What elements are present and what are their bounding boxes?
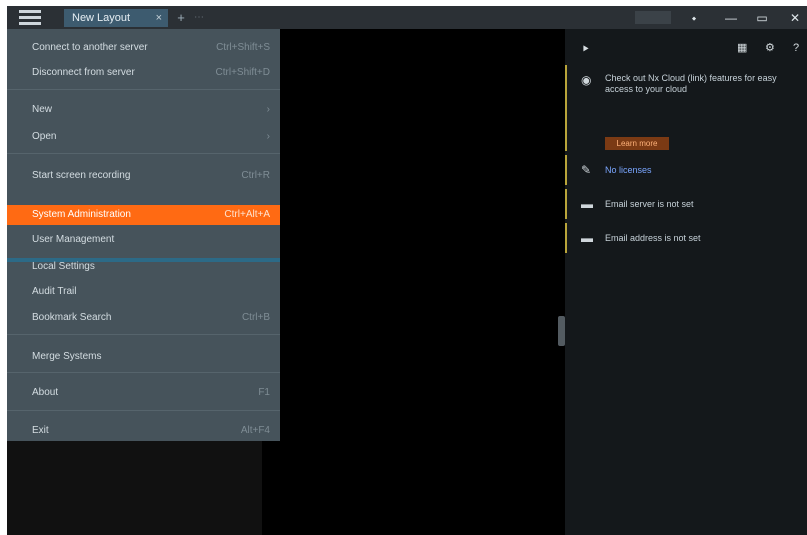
app-window: New Layout × + ⋯ ⬩ — ▭ ✕ Connect to anot…	[7, 6, 807, 535]
menu-item-shortcut: Alt+F4	[240, 425, 270, 436]
hamburger-line	[19, 16, 41, 19]
notification-text: Check out Nx Cloud (link) features for e…	[605, 73, 777, 94]
menu-item-label: Audit Trail	[32, 286, 77, 297]
menu-item-label: Merge Systems	[32, 351, 102, 362]
close-icon[interactable]: ✕	[786, 9, 804, 27]
menu-item-screen-recording[interactable]: Start screen recording Ctrl+R	[7, 166, 280, 186]
tag-icon: ✎	[581, 163, 592, 177]
notification-text: Email server is not set	[605, 199, 694, 209]
menu-item-audit-trail[interactable]: Audit Trail	[7, 282, 280, 302]
more-tabs-icon[interactable]: ⋯	[194, 9, 210, 27]
menu-item-label: Exit	[32, 425, 49, 436]
menu-item-local-settings[interactable]: Local Settings	[7, 257, 280, 277]
help-icon[interactable]: ?	[793, 41, 799, 55]
submenu-arrow-icon: ›	[266, 131, 270, 142]
user-icon[interactable]: ⬩	[687, 9, 701, 27]
title-bar: New Layout × + ⋯ ⬩ — ▭ ✕	[7, 6, 807, 29]
eye-icon: ◉	[581, 73, 592, 87]
menu-item-label: Bookmark Search	[32, 312, 112, 323]
menu-separator	[7, 153, 280, 154]
notification-text[interactable]: No licenses	[605, 165, 795, 176]
notification-text: Email address is not set	[605, 233, 701, 243]
hamburger-line	[19, 10, 41, 13]
title-field	[635, 11, 671, 24]
submenu-arrow-icon: ›	[266, 104, 270, 115]
menu-item-about[interactable]: About F1	[7, 383, 280, 403]
menu-item-label: Connect to another server	[32, 42, 148, 53]
notification-email-server[interactable]: ▬ Email server is not set	[565, 189, 807, 219]
menu-item-shortcut: Ctrl+B	[241, 312, 270, 323]
menu-item-merge-systems[interactable]: Merge Systems	[7, 347, 280, 367]
menu-item-open[interactable]: Open ›	[7, 127, 280, 147]
menu-item-shortcut: F1	[258, 387, 270, 398]
menu-item-label: New	[32, 104, 53, 115]
collapse-arrow-icon[interactable]: ⯈	[581, 43, 590, 57]
menu-separator	[7, 410, 280, 411]
menu-item-shortcut: Ctrl+Shift+S	[216, 42, 270, 53]
add-tab-button[interactable]: +	[173, 9, 189, 27]
tab-close-icon[interactable]: ×	[156, 9, 162, 27]
hamburger-line	[19, 22, 41, 25]
menu-item-shortcut: Ctrl+R	[241, 170, 270, 181]
menu-item-shortcut: Ctrl+Alt+A	[224, 209, 270, 220]
menu-item-label: Disconnect from server	[32, 67, 135, 78]
layout-icon[interactable]: ▦	[737, 41, 747, 55]
menu-item-system-administration[interactable]: System Administration Ctrl+Alt+A	[7, 205, 280, 225]
menu-item-user-management[interactable]: User Management	[7, 230, 280, 250]
notification-cloud: ◉ Check out Nx Cloud (link) features for…	[565, 65, 807, 151]
menu-item-shortcut: Ctrl+Shift+D	[215, 67, 270, 78]
main-menu-button[interactable]	[19, 10, 41, 25]
menu-item-exit[interactable]: Exit Alt+F4	[7, 421, 280, 441]
menu-item-label: User Management	[32, 234, 115, 245]
resource-tree-panel	[7, 441, 262, 535]
panel-resize-handle[interactable]	[558, 316, 565, 346]
notification-email-address[interactable]: ▬ Email address is not set	[565, 223, 807, 253]
notification-border	[565, 223, 567, 253]
tab-label: New Layout	[72, 12, 131, 24]
notifications-panel: ⯈ ▦ ⚙ ? ◉ Check out Nx Cloud (link) feat…	[565, 29, 807, 535]
menu-separator	[7, 89, 280, 90]
menu-separator	[7, 372, 280, 373]
notification-licenses[interactable]: ✎ No licenses	[565, 155, 807, 185]
menu-item-label: Start screen recording	[32, 170, 131, 181]
menu-item-label: System Administration	[32, 209, 131, 220]
menu-item-new[interactable]: New ›	[7, 100, 280, 120]
menu-item-bookmark-search[interactable]: Bookmark Search Ctrl+B	[7, 308, 280, 328]
gear-icon[interactable]: ⚙	[765, 41, 775, 55]
maximize-icon[interactable]: ▭	[753, 9, 771, 27]
screen-icon: ▬	[581, 231, 593, 245]
menu-item-disconnect[interactable]: Disconnect from server Ctrl+Shift+D	[7, 63, 280, 83]
menu-item-label: About	[32, 387, 59, 398]
menu-separator	[7, 334, 280, 335]
menu-item-connect[interactable]: Connect to another server Ctrl+Shift+S	[7, 38, 280, 58]
notification-border	[565, 65, 567, 151]
learn-more-button[interactable]: Learn more	[605, 137, 669, 150]
menu-item-label: Local Settings	[32, 261, 95, 272]
main-menu: Connect to another server Ctrl+Shift+S D…	[7, 29, 280, 441]
minimize-icon[interactable]: —	[722, 9, 740, 27]
tab-new-layout[interactable]: New Layout ×	[64, 9, 168, 27]
notification-border	[565, 155, 567, 185]
menu-item-label: Open	[32, 131, 57, 142]
screen-icon: ▬	[581, 197, 593, 211]
notification-border	[565, 189, 567, 219]
